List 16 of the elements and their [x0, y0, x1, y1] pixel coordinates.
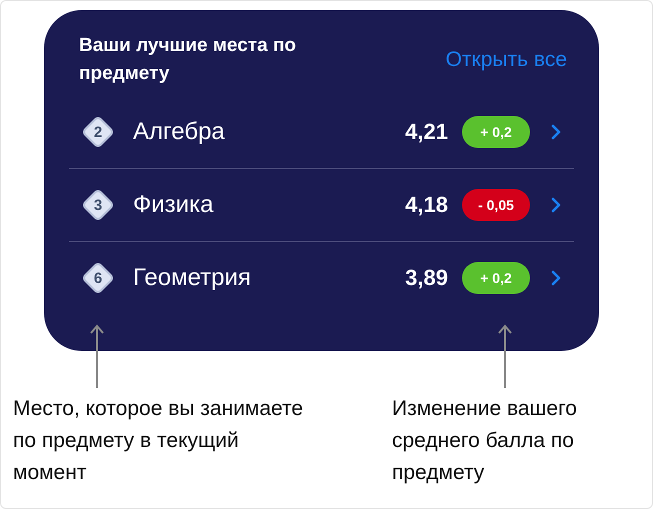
place-badge: 2 — [81, 115, 115, 149]
open-all-link[interactable]: Открыть все — [446, 48, 567, 72]
change-badge: - 0,05 — [462, 189, 530, 221]
place-badge: 3 — [81, 188, 115, 222]
change-badge: + 0,2 — [462, 116, 530, 148]
subject-name: Алгебра — [133, 118, 226, 146]
change-badge: + 0,2 — [462, 262, 530, 294]
place-badge: 6 — [81, 261, 115, 295]
average-score: 4,18 — [405, 192, 448, 218]
average-score: 3,89 — [405, 265, 448, 291]
callout-text: Место, которое вы занимаете по предмету в текущий момент — [13, 396, 304, 486]
subject-name: Физика — [133, 191, 214, 219]
average-score: 4,21 — [405, 119, 448, 145]
card-title: Ваши лучшие места по предмету — [79, 34, 298, 86]
callout-text: Изменение вашего среднего балла по предмету — [392, 396, 578, 486]
subject-name: Геометрия — [133, 264, 252, 292]
